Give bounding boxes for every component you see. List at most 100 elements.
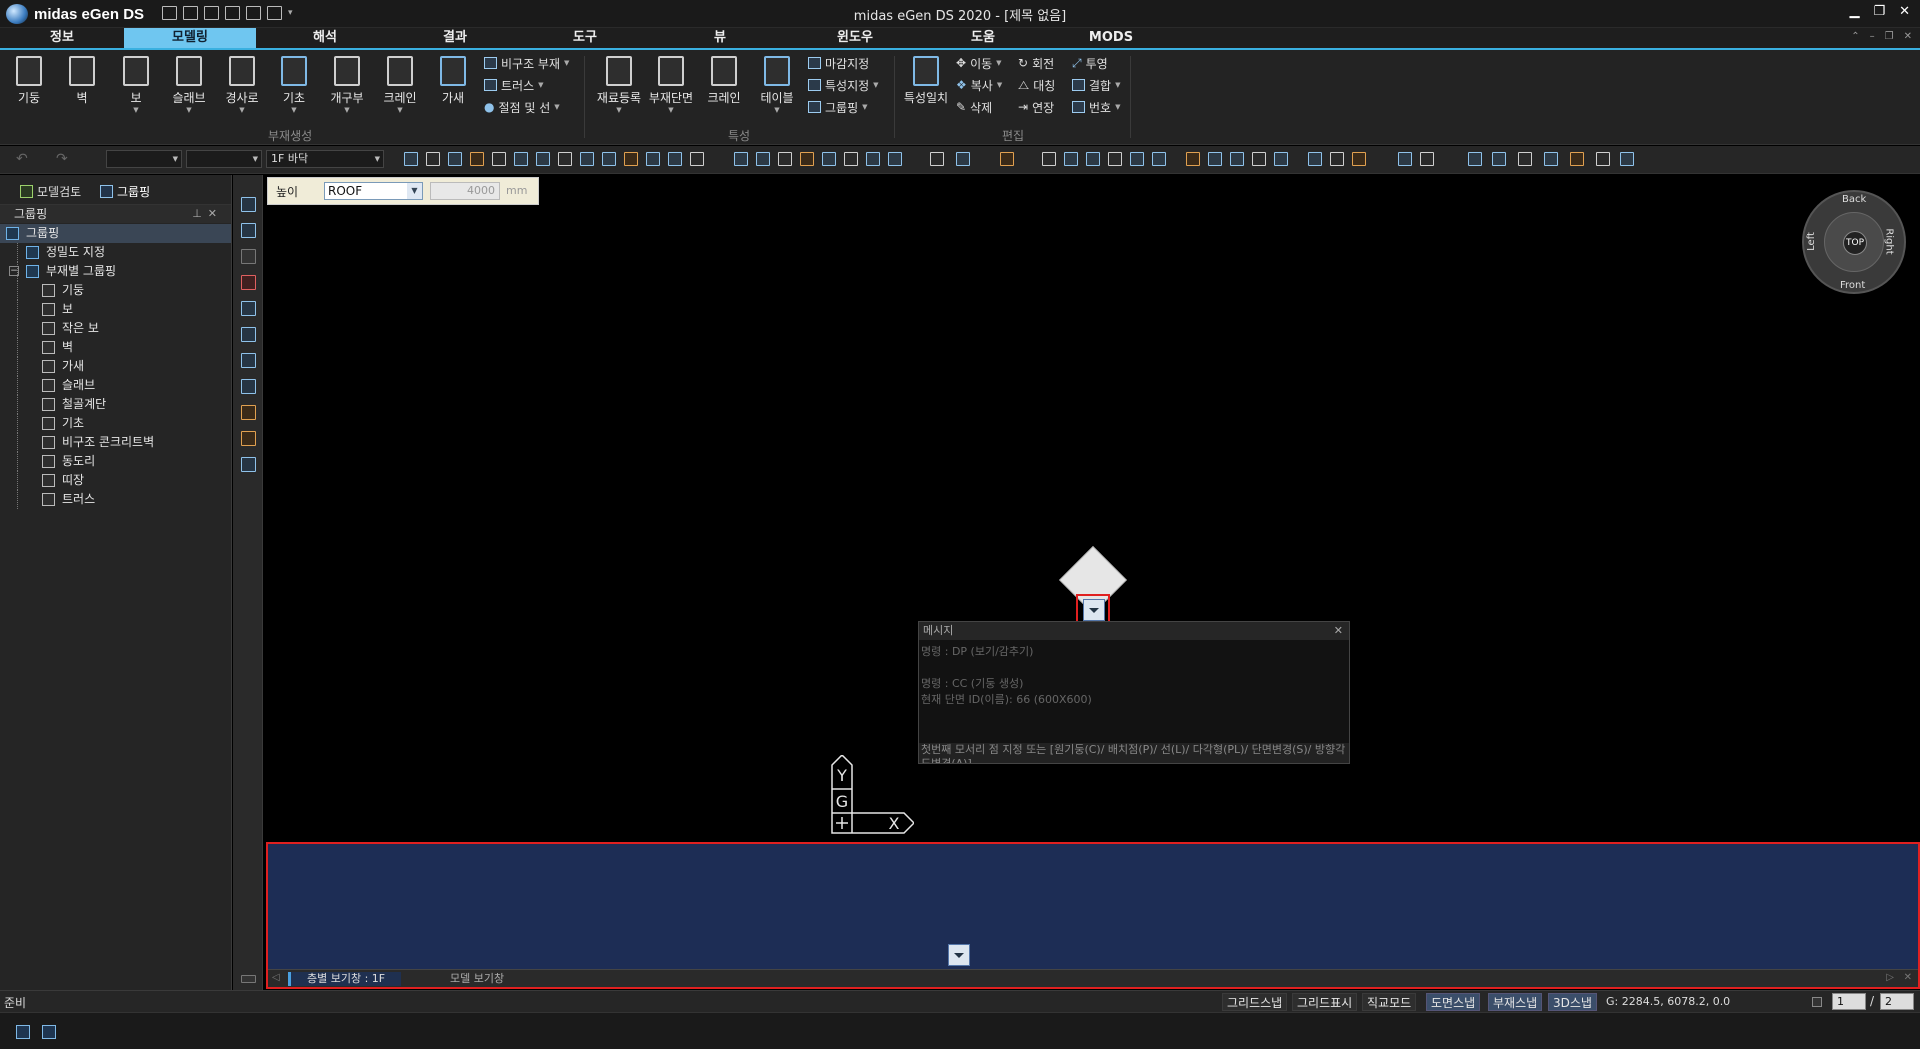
ribbon-small-delete[interactable]: ✎ 삭제 bbox=[956, 98, 992, 116]
toolbar-tool-icon[interactable] bbox=[690, 152, 704, 166]
ribbon-button-column[interactable]: 기둥 bbox=[6, 56, 52, 106]
collapse-toggle-icon[interactable]: − bbox=[9, 266, 19, 276]
toolbar-tool-icon[interactable] bbox=[822, 152, 836, 166]
redo-icon[interactable]: ↷ bbox=[56, 151, 68, 167]
tab-grouping[interactable]: 그룹핑 bbox=[100, 183, 150, 200]
ribbon-button-ramp[interactable]: 경사로 ▼ bbox=[219, 56, 265, 114]
view-cube[interactable]: Back Front Left Right TOP bbox=[1802, 190, 1906, 294]
tree-item[interactable]: 슬래브 bbox=[0, 376, 231, 395]
toolbar-tool-icon[interactable] bbox=[1000, 152, 1014, 166]
menu-tab-analysis[interactable]: 해석 bbox=[270, 28, 380, 48]
view-cube-right[interactable]: Right bbox=[1884, 228, 1895, 254]
toolbar-tool-icon[interactable] bbox=[1398, 152, 1412, 166]
collapse-icon[interactable] bbox=[241, 975, 256, 983]
ribbon-small-mirror[interactable]: ⧍ 대칭 bbox=[1018, 76, 1055, 94]
toolbar-tool-icon[interactable] bbox=[470, 152, 484, 166]
red-marker-icon[interactable] bbox=[241, 275, 256, 290]
tree-item[interactable]: 보 bbox=[0, 300, 231, 319]
close-icon[interactable]: ✕ bbox=[1334, 622, 1343, 640]
toolbar-tool-icon[interactable] bbox=[1208, 152, 1222, 166]
minimize-button[interactable]: ▁ bbox=[1849, 4, 1859, 19]
toolbar-tool-icon[interactable] bbox=[866, 152, 880, 166]
arrow-left-icon[interactable] bbox=[241, 353, 256, 368]
frame-icon[interactable] bbox=[241, 457, 256, 472]
tab-model-view[interactable]: 모델 보기창 bbox=[434, 972, 520, 986]
scroll-right-icon[interactable]: ▷ bbox=[1886, 972, 1894, 983]
restore-button[interactable]: ❐ bbox=[1873, 4, 1885, 19]
ribbon-button-section[interactable]: 부재단면 ▼ bbox=[646, 56, 696, 114]
mdi-close-icon[interactable]: ✕ bbox=[1904, 31, 1912, 42]
save-icon[interactable] bbox=[204, 6, 219, 20]
tree-item[interactable]: 가새 bbox=[0, 357, 231, 376]
toolbar-tool-icon[interactable] bbox=[558, 152, 572, 166]
toolbar-tool-icon[interactable] bbox=[624, 152, 638, 166]
combo-1[interactable]: ▼ bbox=[106, 150, 182, 168]
select-icon[interactable] bbox=[241, 379, 256, 394]
ribbon-button-brace[interactable]: 가새 bbox=[430, 56, 476, 106]
capture-icon[interactable] bbox=[267, 6, 282, 20]
view-cube-front[interactable]: Front bbox=[1840, 280, 1865, 291]
toolbar-tool-icon[interactable] bbox=[756, 152, 770, 166]
view-cube-top-button[interactable]: TOP bbox=[1843, 231, 1867, 255]
tree-item[interactable]: 기초 bbox=[0, 414, 231, 433]
scroll-left-icon[interactable]: ◁ bbox=[272, 972, 280, 983]
height-value-input[interactable]: 4000 bbox=[430, 182, 500, 200]
toolbar-tool-icon[interactable] bbox=[1468, 152, 1482, 166]
tree-item[interactable]: 비구조 콘크리트벽 bbox=[0, 433, 231, 452]
ribbon-small-rotate[interactable]: ↻ 회전 bbox=[1018, 54, 1054, 72]
ribbon-small-project[interactable]: ⤢ 투영 bbox=[1072, 54, 1108, 72]
menu-tab-help[interactable]: 도움 bbox=[928, 28, 1038, 48]
grid-icon[interactable] bbox=[241, 197, 256, 212]
layout-split-icon[interactable] bbox=[42, 1025, 56, 1039]
toolbar-tool-icon[interactable] bbox=[1620, 152, 1634, 166]
ribbon-button-table[interactable]: 테이블 ▼ bbox=[754, 56, 800, 114]
layout-single-icon[interactable] bbox=[16, 1025, 30, 1039]
open-file-icon[interactable] bbox=[183, 6, 198, 20]
ribbon-small-move[interactable]: ✥ 이동 ▼ bbox=[956, 54, 1002, 72]
print-icon[interactable] bbox=[225, 6, 240, 20]
snap-toggle-button[interactable]: 그리드스냅 bbox=[1222, 993, 1288, 1011]
toolbar-tool-icon[interactable] bbox=[930, 152, 944, 166]
snap-toggle-button[interactable]: 그리드표시 bbox=[1292, 993, 1358, 1011]
toolbar-tool-icon[interactable] bbox=[1544, 152, 1558, 166]
toolbar-tool-icon[interactable] bbox=[1492, 152, 1506, 166]
close-button[interactable]: ✕ bbox=[1899, 4, 1910, 19]
menu-tab-view[interactable]: 뷰 bbox=[665, 28, 775, 48]
ribbon-small-number[interactable]: 번호 ▼ bbox=[1072, 98, 1120, 116]
ribbon-small-truss[interactable]: 트러스 ▼ bbox=[484, 76, 544, 94]
ribbon-button-crane-prop[interactable]: 크레인 bbox=[701, 56, 747, 106]
ribbon-small-nonstructural[interactable]: 비구조 부재 ▼ bbox=[484, 54, 569, 72]
toolbar-tool-icon[interactable] bbox=[1420, 152, 1434, 166]
toolbar-tool-icon[interactable] bbox=[1274, 152, 1288, 166]
ribbon-button-wall[interactable]: 벽 bbox=[59, 56, 105, 106]
app-logo[interactable]: midas eGen DS bbox=[6, 4, 144, 24]
toolbar-tool-icon[interactable] bbox=[778, 152, 792, 166]
close-icon[interactable]: ✕ bbox=[208, 207, 223, 220]
toolbar-tool-icon[interactable] bbox=[404, 152, 418, 166]
marker-icon[interactable] bbox=[241, 405, 256, 420]
ribbon-button-foundation[interactable]: 기초 ▼ bbox=[271, 56, 317, 114]
view-icon[interactable] bbox=[241, 301, 256, 316]
menu-tab-info[interactable]: 정보 bbox=[12, 28, 112, 48]
toolbar-tool-icon[interactable] bbox=[956, 152, 970, 166]
toolbar-tool-icon[interactable] bbox=[1042, 152, 1056, 166]
pin-icon[interactable]: ⊥ bbox=[192, 207, 208, 220]
tree-item[interactable]: 작은 보 bbox=[0, 319, 231, 338]
toolbar-tool-icon[interactable] bbox=[1308, 152, 1322, 166]
toolbar-tool-icon[interactable] bbox=[448, 152, 462, 166]
view-cube-left[interactable]: Left bbox=[1806, 232, 1817, 251]
toolbar-tool-icon[interactable] bbox=[1230, 152, 1244, 166]
menu-tab-modeling[interactable]: 모델링 bbox=[124, 28, 256, 48]
toolbar-tool-icon[interactable] bbox=[426, 152, 440, 166]
snap-toggle-button[interactable]: 3D스냅 bbox=[1548, 993, 1597, 1011]
toolbar-tool-icon[interactable] bbox=[1130, 152, 1144, 166]
picture-icon[interactable] bbox=[241, 327, 256, 342]
toolbar-tool-icon[interactable] bbox=[1108, 152, 1122, 166]
unlock-icon[interactable] bbox=[241, 223, 256, 238]
tree-item[interactable]: 띠장 bbox=[0, 471, 231, 490]
page-total[interactable]: 2 bbox=[1880, 993, 1914, 1010]
toolbar-tool-icon[interactable] bbox=[1186, 152, 1200, 166]
ribbon-small-property-assign[interactable]: 특성지정 ▼ bbox=[808, 76, 879, 94]
menu-tab-window[interactable]: 윈도우 bbox=[800, 28, 910, 48]
tree-item[interactable]: 트러스 bbox=[0, 490, 231, 509]
